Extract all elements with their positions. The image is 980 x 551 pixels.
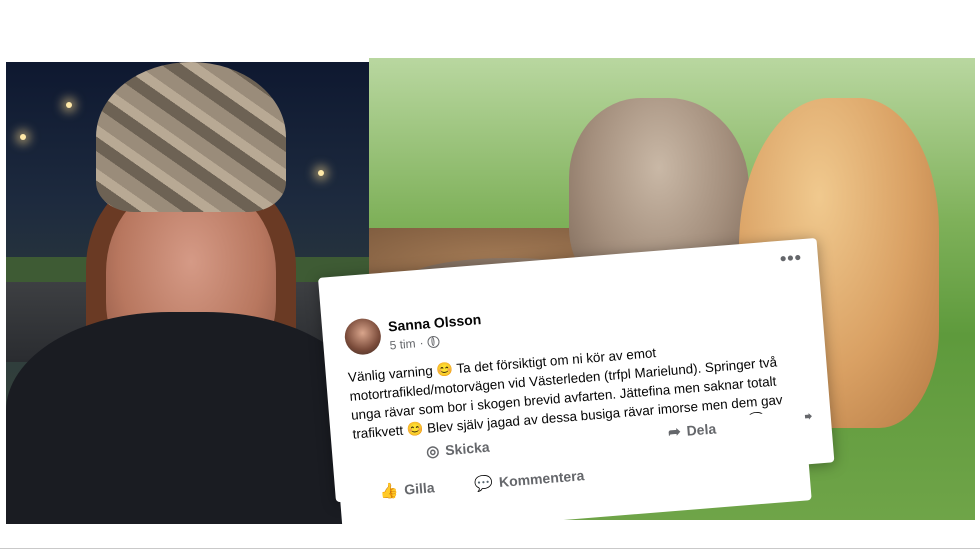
street-light [20,134,26,140]
send-button[interactable]: ◎ Skicka [425,438,491,461]
post-meta: 5 tim · [389,334,440,352]
share-icon: ➦ [667,423,682,442]
portrait-photo [6,62,369,524]
jacket [6,312,369,524]
more-horizontal-icon[interactable]: ••• [779,247,803,270]
post-time[interactable]: 5 tim [389,336,416,352]
street-light [318,170,324,176]
globe-icon [427,335,440,349]
like-button[interactable]: 👍 Gilla [379,478,435,500]
comment-button[interactable]: 💬 Kommentera [474,466,585,493]
whatsapp-icon: ◎ [425,442,440,461]
camo-cap [96,62,286,212]
comment-icon: 💬 [473,474,494,493]
bottom-divider [0,548,980,549]
post-author[interactable]: Sanna Olsson [387,311,481,334]
share-button[interactable]: ➦ Dela [667,419,716,441]
avatar[interactable] [343,317,383,356]
street-light [66,102,72,108]
thumbs-up-icon: 👍 [378,482,399,501]
